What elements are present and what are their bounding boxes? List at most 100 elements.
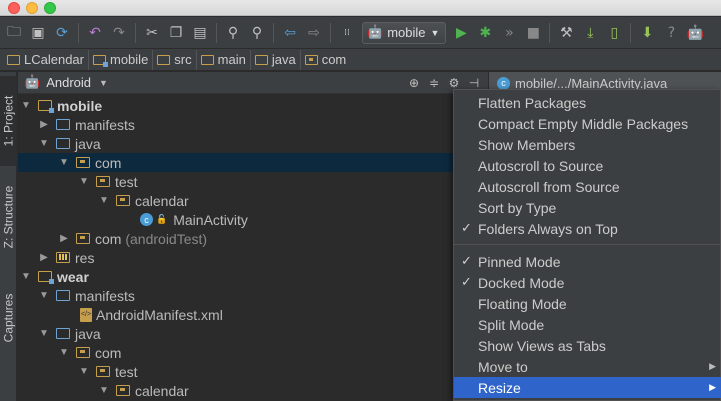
chevron-down-icon: ▼ bbox=[99, 77, 108, 88]
menu-item-sort-by-type[interactable]: Sort by Type bbox=[454, 197, 721, 218]
expand-arrow-icon[interactable]: ▶ bbox=[38, 119, 50, 130]
sdk-manager-icon[interactable]: ⤓ bbox=[579, 22, 601, 44]
help-icon[interactable]: ? bbox=[660, 22, 682, 44]
toolbar-separator bbox=[630, 22, 632, 43]
expand-arrow-icon[interactable]: ▶ bbox=[38, 252, 50, 263]
toolbar-separator bbox=[135, 22, 136, 43]
open-folder-icon[interactable]: 🗀 bbox=[3, 22, 25, 44]
menu-item-flatten-packages[interactable]: Flatten Packages bbox=[454, 92, 721, 113]
tree-item-com[interactable]: ▼ com bbox=[18, 343, 488, 362]
run-configuration-dropdown[interactable]: 🤖 mobile ▼ bbox=[362, 21, 447, 44]
project-options-menu: Flatten Packages Compact Empty Middle Pa… bbox=[453, 89, 721, 401]
breadcrumb-item-main[interactable]: main bbox=[197, 49, 251, 70]
tree-item-test[interactable]: ▼ test bbox=[18, 362, 488, 381]
menu-item-autoscroll-from-source[interactable]: Autoscroll from Source bbox=[454, 176, 721, 197]
package-icon bbox=[96, 366, 110, 377]
menu-item-floating-mode[interactable]: Floating Mode bbox=[454, 293, 721, 314]
debug-icon[interactable]: ✱ bbox=[474, 22, 496, 44]
menu-item-label: Move to bbox=[478, 358, 528, 375]
expand-arrow-icon[interactable]: ▼ bbox=[58, 347, 70, 358]
tab-project[interactable]: 1: Project bbox=[0, 76, 17, 166]
tree-item-test[interactable]: ▼ test bbox=[18, 172, 488, 191]
scroll-from-source-icon[interactable]: ⊕ bbox=[405, 74, 423, 92]
menu-item-folders-always-on-top[interactable]: ✓ Folders Always on Top bbox=[454, 218, 721, 239]
tree-item-manifests[interactable]: ▼ manifests bbox=[18, 286, 488, 305]
project-structure-icon[interactable]: ⚒ bbox=[555, 22, 577, 44]
undo-icon[interactable]: ↶ bbox=[84, 22, 106, 44]
tree-item-res[interactable]: ▶ res bbox=[18, 248, 488, 267]
tree-item-mainactivity[interactable]: c 🔓 MainActivity bbox=[18, 210, 488, 229]
expand-arrow-icon[interactable]: ▼ bbox=[98, 195, 110, 206]
redo-icon[interactable]: ↷ bbox=[108, 22, 130, 44]
breadcrumb-item-mobile[interactable]: mobile bbox=[89, 49, 154, 70]
attach-debugger-icon[interactable]: » bbox=[498, 22, 520, 44]
find-icon[interactable]: ⚲ bbox=[222, 22, 244, 44]
expand-arrow-icon[interactable]: ▼ bbox=[20, 100, 32, 111]
tab-captures[interactable]: Captures bbox=[0, 278, 17, 358]
menu-item-show-members[interactable]: Show Members bbox=[454, 134, 721, 155]
menu-item-resize[interactable]: Resize ▶ bbox=[454, 377, 721, 398]
expand-arrow-icon[interactable]: ▼ bbox=[20, 271, 32, 282]
expand-arrow-icon[interactable]: ▶ bbox=[58, 233, 70, 244]
copy-icon[interactable]: ❐ bbox=[165, 22, 187, 44]
build-icon[interactable]: ⁞⁞ bbox=[336, 22, 358, 44]
paste-icon[interactable]: ▤ bbox=[189, 22, 211, 44]
expand-arrow-icon[interactable]: ▼ bbox=[58, 157, 70, 168]
save-icon[interactable]: ▣ bbox=[27, 22, 49, 44]
breadcrumb-item-src[interactable]: src bbox=[153, 49, 197, 70]
zoom-window-button[interactable] bbox=[44, 2, 56, 14]
tree-item-java[interactable]: ▼ java bbox=[18, 134, 488, 153]
folder-icon bbox=[200, 54, 214, 65]
tree-item-mobile[interactable]: ▼ mobile bbox=[18, 96, 488, 115]
menu-item-show-views-as-tabs[interactable]: Show Views as Tabs bbox=[454, 335, 721, 356]
breadcrumb-label: src bbox=[174, 52, 192, 67]
menu-item-label: Compact Empty Middle Packages bbox=[478, 115, 689, 132]
package-icon bbox=[96, 176, 110, 187]
expand-arrow-icon[interactable]: ▼ bbox=[98, 385, 110, 396]
breadcrumb-item-java[interactable]: java bbox=[251, 49, 301, 70]
back-icon[interactable]: ⇦ bbox=[279, 22, 301, 44]
cut-icon[interactable]: ✂ bbox=[141, 22, 163, 44]
tree-item-java[interactable]: ▼ java bbox=[18, 324, 488, 343]
folder-icon bbox=[157, 54, 171, 65]
tab-structure[interactable]: Z: Structure bbox=[0, 172, 17, 262]
collapse-all-icon[interactable]: ≑ bbox=[425, 74, 443, 92]
tree-item-label: AndroidManifest.xml bbox=[96, 306, 223, 323]
expand-arrow-icon[interactable]: ▼ bbox=[38, 290, 50, 301]
avd-manager-icon[interactable]: ▯ bbox=[603, 22, 625, 44]
expand-arrow-icon[interactable]: ▼ bbox=[78, 366, 90, 377]
menu-item-pinned-mode[interactable]: ✓ Pinned Mode bbox=[454, 251, 721, 272]
run-icon[interactable]: ▶ bbox=[450, 22, 472, 44]
tree-item-androidmanifest[interactable]: </> AndroidManifest.xml bbox=[18, 305, 488, 324]
sync-icon[interactable]: ⟳ bbox=[51, 22, 73, 44]
menu-item-label: Resize bbox=[478, 379, 521, 396]
menu-item-move-to[interactable]: Move to ▶ bbox=[454, 356, 721, 377]
breadcrumb-item-lcalendar[interactable]: LCalendar bbox=[3, 49, 89, 70]
tree-item-manifests[interactable]: ▶ manifests bbox=[18, 115, 488, 134]
breadcrumb-item-com[interactable]: com bbox=[301, 50, 351, 70]
close-window-button[interactable] bbox=[8, 2, 20, 14]
stop-icon[interactable]: ■ bbox=[522, 22, 544, 44]
tree-item-calendar[interactable]: ▼ calendar bbox=[18, 381, 488, 400]
menu-item-autoscroll-to-source[interactable]: Autoscroll to Source bbox=[454, 155, 721, 176]
tree-item-com[interactable]: ▼ com bbox=[18, 153, 488, 172]
android-monitor-icon[interactable]: ⬇ bbox=[636, 22, 658, 44]
forward-icon[interactable]: ⇨ bbox=[303, 22, 325, 44]
replace-icon[interactable]: ⚲ bbox=[246, 22, 268, 44]
tab-captures-label: Captures bbox=[1, 293, 16, 343]
expand-arrow-icon[interactable]: ▼ bbox=[78, 176, 90, 187]
project-view-selector[interactable]: 🤖 Android ▼ ⊕ ≑ ⚙ ⊣ bbox=[18, 72, 488, 94]
tree-item-label: wear bbox=[57, 268, 89, 285]
menu-item-docked-mode[interactable]: ✓ Docked Mode bbox=[454, 272, 721, 293]
android-icon[interactable]: 🤖 bbox=[684, 22, 706, 44]
menu-item-compact-empty-middle-packages[interactable]: Compact Empty Middle Packages bbox=[454, 113, 721, 134]
tree-item-com-androidtest[interactable]: ▶ com (androidTest) bbox=[18, 229, 488, 248]
tree-item-label: java bbox=[75, 135, 101, 152]
minimize-window-button[interactable] bbox=[26, 2, 38, 14]
tree-item-wear[interactable]: ▼ wear bbox=[18, 267, 488, 286]
expand-arrow-icon[interactable]: ▼ bbox=[38, 138, 50, 149]
folder-icon bbox=[254, 54, 268, 65]
tree-item-calendar[interactable]: ▼ calendar bbox=[18, 191, 488, 210]
menu-item-split-mode[interactable]: Split Mode bbox=[454, 314, 721, 335]
expand-arrow-icon[interactable]: ▼ bbox=[38, 328, 50, 339]
